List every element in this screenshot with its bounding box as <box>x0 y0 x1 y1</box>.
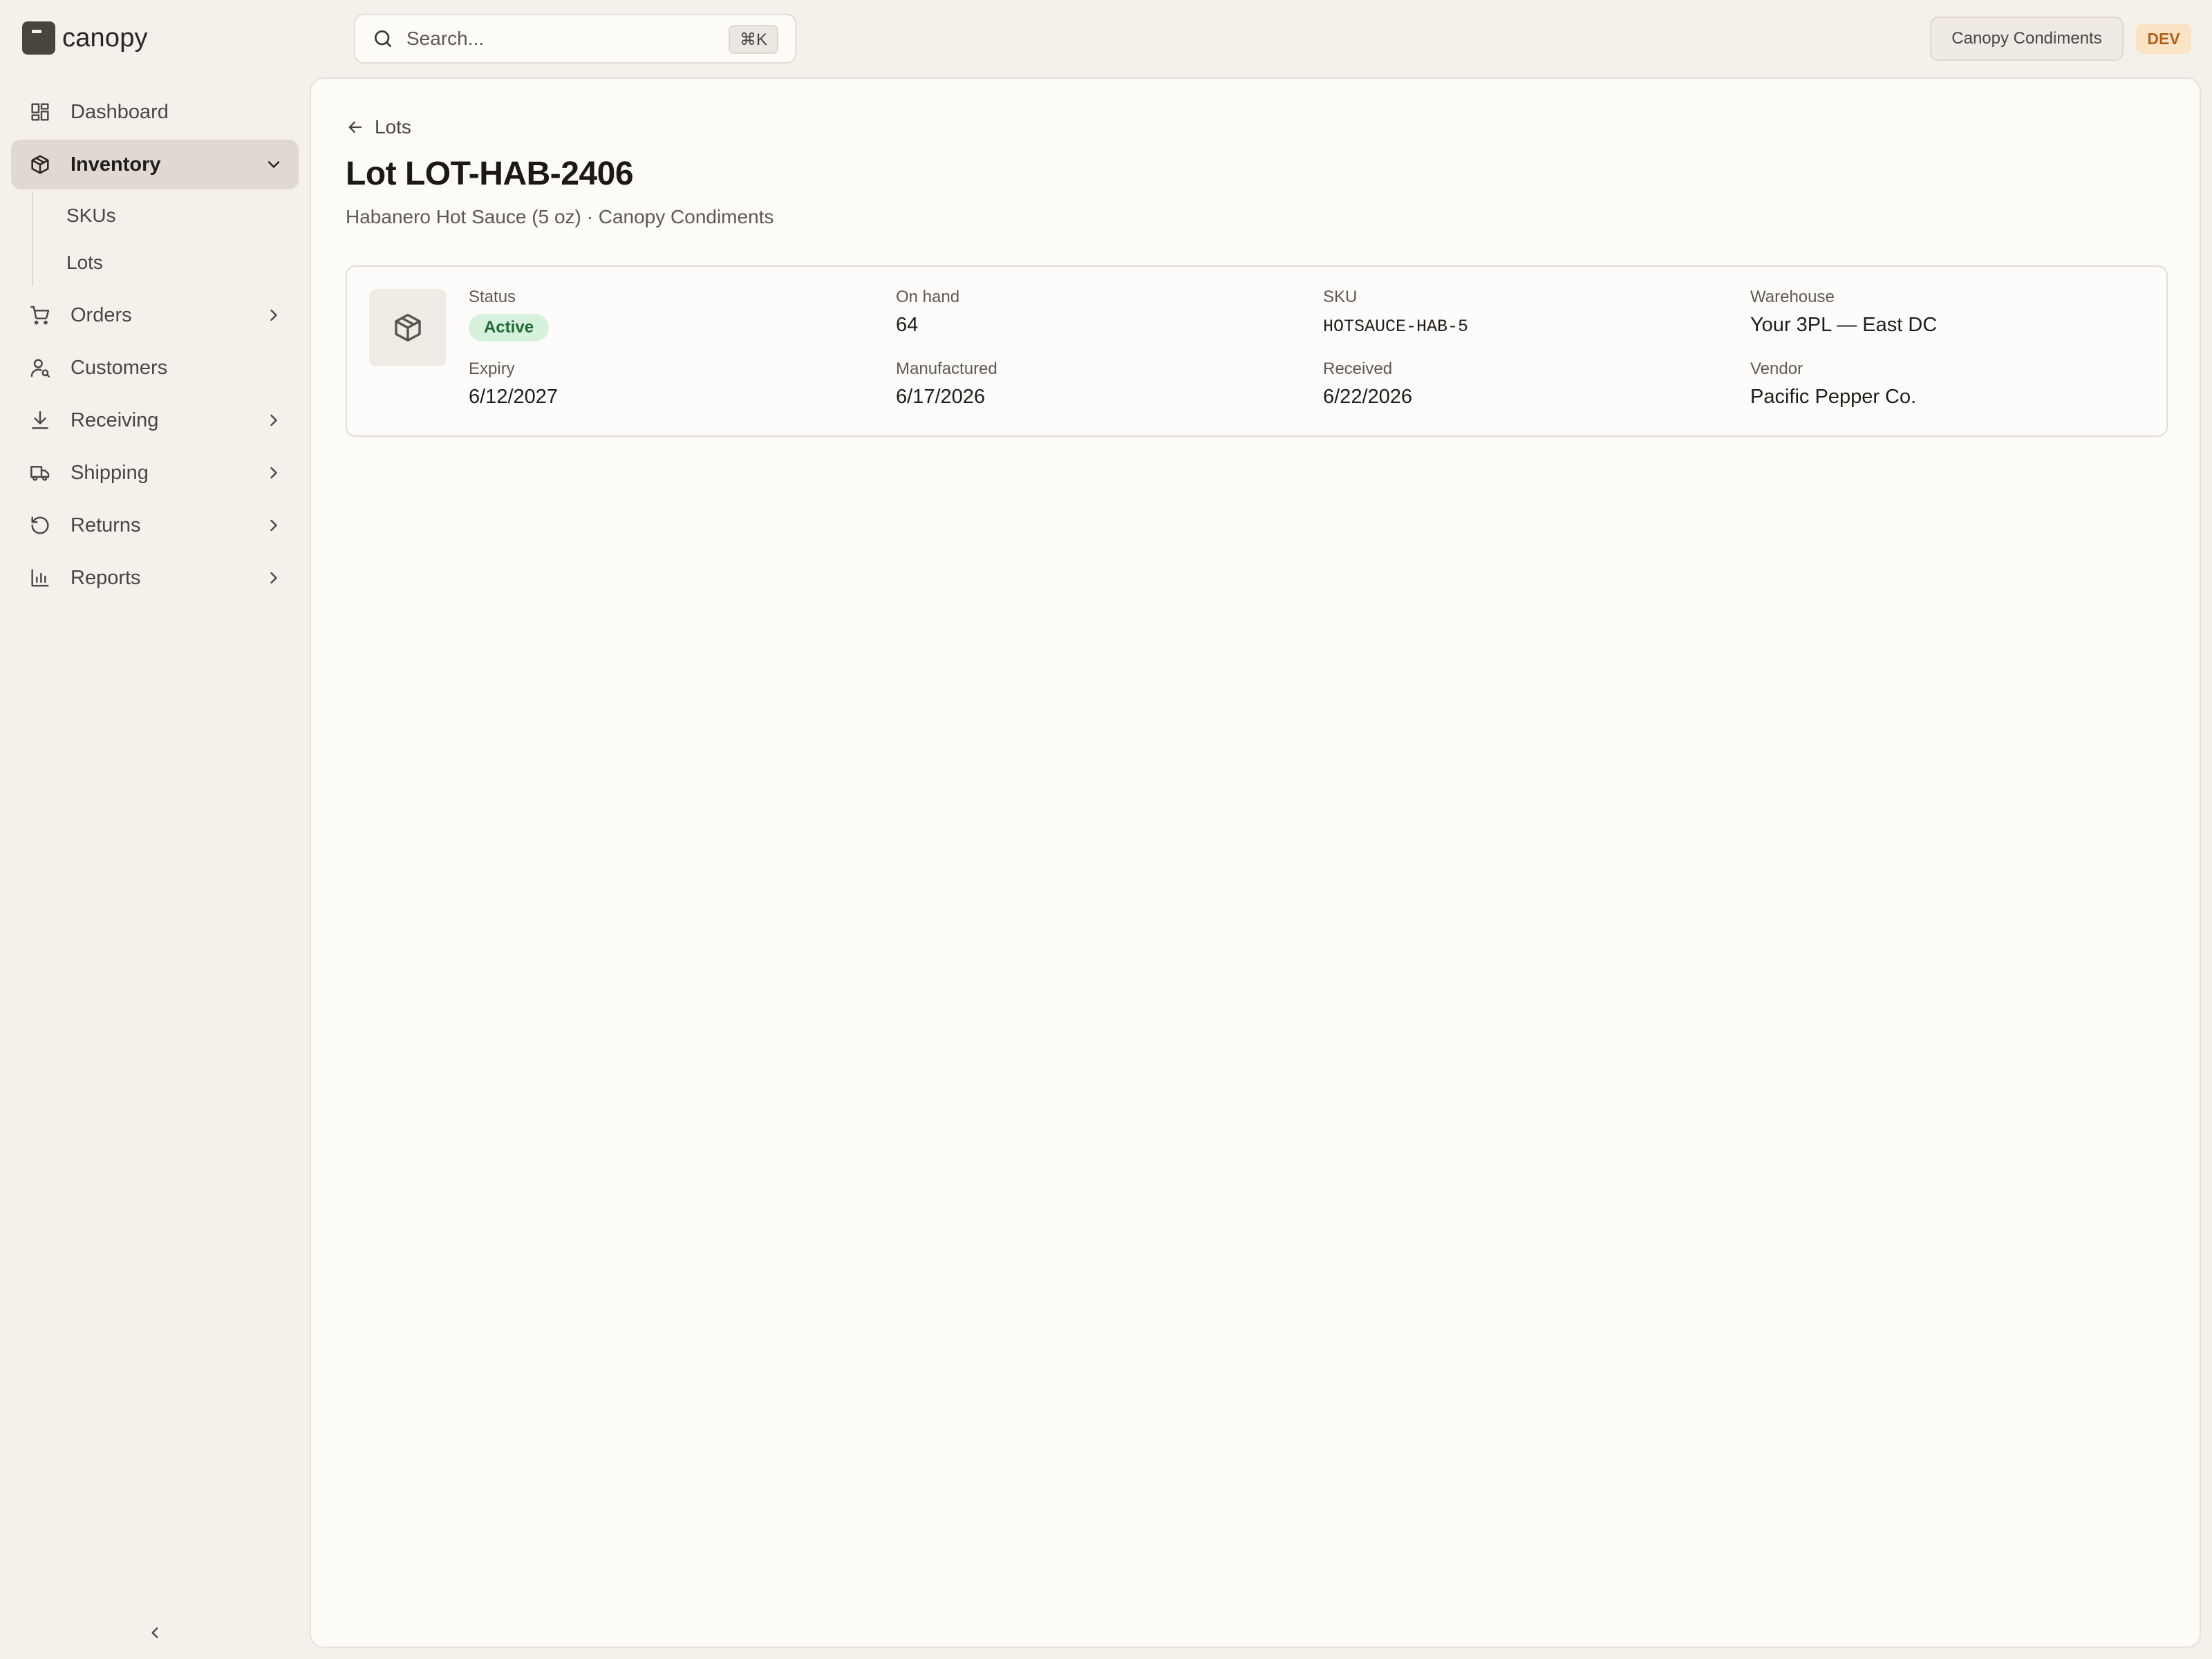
field-received: Received 6/22/2026 <box>1323 359 1412 409</box>
user-search-icon <box>28 355 53 380</box>
chevron-right-icon <box>270 309 277 321</box>
download-icon <box>28 408 53 433</box>
sidebar: canopy Dashboard Inventory SKUs Lots Ord… <box>0 0 310 1659</box>
box-icon <box>28 152 53 177</box>
field-label: Manufactured <box>896 359 997 378</box>
sidebar-item-receiving[interactable]: Receiving <box>11 395 299 445</box>
field-value: 64 <box>896 314 919 336</box>
environment-badge: DEV <box>2136 24 2191 54</box>
page-title: Lot LOT-HAB-2406 <box>346 156 634 192</box>
sidebar-nav: Dashboard Inventory SKUs Lots Orders Cus… <box>11 87 299 606</box>
cart-icon <box>28 303 53 328</box>
bar-chart-icon <box>28 565 53 590</box>
app-root: canopy Dashboard Inventory SKUs Lots Ord… <box>0 0 2212 1659</box>
field-value: Pacific Pepper Co. <box>1750 386 1917 408</box>
dashboard-icon <box>28 100 53 124</box>
package-icon <box>369 289 447 366</box>
sidebar-subitem-lots[interactable]: Lots <box>33 239 299 286</box>
sidebar-item-label: Orders <box>71 303 132 326</box>
collapse-sidebar-button[interactable] <box>141 1619 169 1647</box>
chevron-down-icon <box>268 161 280 168</box>
page-subtitle: Habanero Hot Sauce (5 oz) · Canopy Condi… <box>346 206 774 227</box>
field-label: Expiry <box>469 359 515 378</box>
field-label: Status <box>469 288 516 306</box>
main-panel: Lots Lot LOT-HAB-2406 Habanero Hot Sauce… <box>310 77 2201 1648</box>
sidebar-item-reports[interactable]: Reports <box>11 553 299 603</box>
chevron-right-icon <box>270 467 277 479</box>
rotate-ccw-icon <box>28 513 53 538</box>
lot-details-card: Status Active On hand 64 SKU HOTSAUCE-HA… <box>346 265 2168 437</box>
search-icon <box>375 30 391 47</box>
search-input[interactable] <box>406 28 704 50</box>
field-label: Vendor <box>1750 359 1803 378</box>
back-link[interactable]: Lots <box>346 113 411 141</box>
sidebar-item-dashboard[interactable]: Dashboard <box>11 87 299 137</box>
field-label: On hand <box>896 288 960 306</box>
org-switcher-button[interactable]: Canopy Condiments <box>1930 17 2124 61</box>
sidebar-item-returns[interactable]: Returns <box>11 500 299 550</box>
field-expiry: Expiry 6/12/2027 <box>469 359 558 409</box>
inventory-subnav: SKUs Lots <box>32 192 299 286</box>
chevron-right-icon <box>270 519 277 532</box>
field-label: Warehouse <box>1750 288 1835 306</box>
sidebar-item-inventory[interactable]: Inventory <box>11 140 299 189</box>
sidebar-item-shipping[interactable]: Shipping <box>11 448 299 498</box>
sidebar-subitem-skus[interactable]: SKUs <box>33 192 299 239</box>
app-name: canopy <box>62 23 148 53</box>
field-sku: SKU HOTSAUCE-HAB-5 <box>1323 288 1468 337</box>
field-value: 6/12/2027 <box>469 386 559 408</box>
app-logo[interactable]: canopy <box>22 21 148 55</box>
chevron-right-icon <box>270 572 277 584</box>
sidebar-item-label: Reports <box>71 566 141 589</box>
field-warehouse: Warehouse Your 3PL — East DC <box>1750 288 1937 337</box>
field-value: Your 3PL — East DC <box>1750 314 1938 336</box>
sidebar-item-label: Dashboard <box>71 100 169 123</box>
sidebar-item-label: Returns <box>71 514 141 536</box>
sidebar-item-label: Receiving <box>71 409 159 431</box>
arrow-left-icon <box>348 121 362 133</box>
field-value: 6/22/2026 <box>1323 386 1413 408</box>
chevron-left-icon <box>151 1627 158 1638</box>
field-status: Status Active <box>469 288 550 341</box>
field-label: SKU <box>1323 288 1358 306</box>
field-label: Received <box>1323 359 1393 378</box>
field-manufactured: Manufactured 6/17/2026 <box>896 359 997 409</box>
back-link-label: Lots <box>375 116 411 138</box>
sidebar-item-label: Inventory <box>71 153 161 176</box>
logo-mark-icon <box>22 21 55 55</box>
status-badge: Active <box>469 314 550 341</box>
sidebar-item-customers[interactable]: Customers <box>11 343 299 393</box>
sku-link[interactable]: HOTSAUCE-HAB-5 <box>1323 317 1468 337</box>
field-vendor: Vendor Pacific Pepper Co. <box>1750 359 1916 409</box>
truck-icon <box>28 460 53 485</box>
field-on-hand: On hand 64 <box>896 288 959 337</box>
sidebar-item-orders[interactable]: Orders <box>11 290 299 340</box>
sidebar-item-label: Shipping <box>71 461 149 484</box>
search-box[interactable]: ⌘K <box>354 14 796 64</box>
search-shortcut-badge: ⌘K <box>728 25 778 54</box>
field-value: 6/17/2026 <box>896 386 986 408</box>
sidebar-item-label: Customers <box>71 356 168 379</box>
chevron-right-icon <box>270 414 277 427</box>
